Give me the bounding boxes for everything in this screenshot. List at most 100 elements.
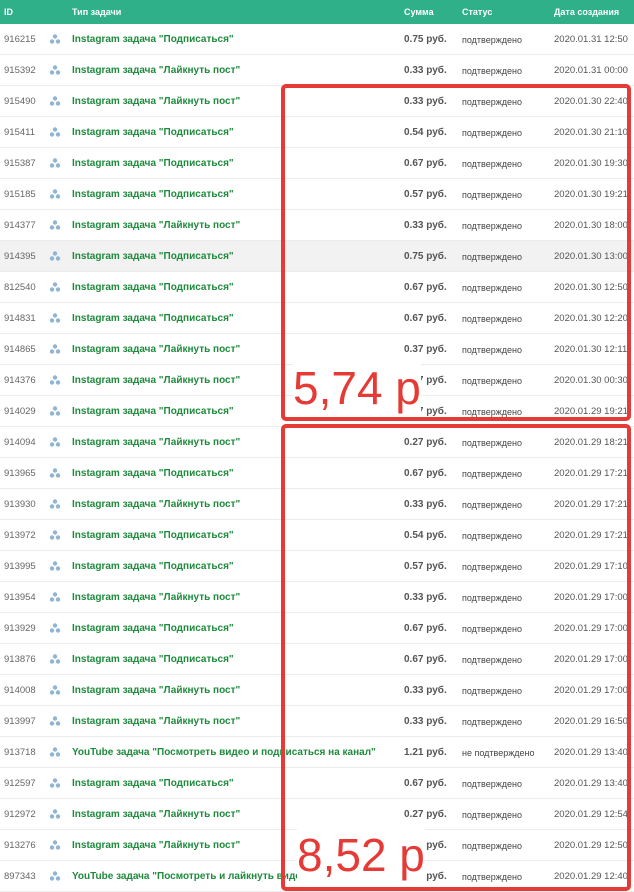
- task-link[interactable]: Instagram задача "Подписаться": [72, 778, 234, 789]
- task-link[interactable]: Instagram задача "Лайкнуть пост": [72, 96, 240, 107]
- task-type-icon: [49, 219, 61, 231]
- row-id: 913995: [4, 561, 36, 572]
- row-id: 913718: [4, 747, 36, 758]
- row-id: 914094: [4, 437, 36, 448]
- row-status: подтверждено: [462, 66, 522, 76]
- row-id: 915392: [4, 65, 36, 76]
- task-type-icon: [49, 250, 61, 262]
- row-id: 913997: [4, 716, 36, 727]
- task-type-icon: [49, 126, 61, 138]
- row-date: 2020.01.31 12:50: [554, 34, 628, 45]
- task-type-icon: [49, 746, 61, 758]
- table-row[interactable]: 916215 Instagram задача "Подписаться" 0.75…: [0, 24, 634, 55]
- task-link[interactable]: Instagram задача "Подписаться": [72, 468, 234, 479]
- task-type-icon: [49, 374, 61, 386]
- task-link[interactable]: Instagram задача "Лайкнуть пост": [72, 592, 240, 603]
- row-id: 915185: [4, 189, 36, 200]
- task-type-icon: [49, 64, 61, 76]
- task-link[interactable]: YouTube задача "Посмотреть и лайкнуть ви…: [72, 871, 312, 882]
- task-link[interactable]: Instagram задача "Подписаться": [72, 282, 234, 293]
- annotation-total-2: 8,52 р: [297, 829, 425, 881]
- task-type-icon: [49, 591, 61, 603]
- task-link[interactable]: Instagram задача "Подписаться": [72, 189, 234, 200]
- row-status: подтверждено: [462, 35, 522, 45]
- task-type-icon: [49, 281, 61, 293]
- row-id: 915490: [4, 96, 36, 107]
- task-link[interactable]: Instagram задача "Подписаться": [72, 313, 234, 324]
- task-type-icon: [49, 157, 61, 169]
- task-type-icon: [49, 498, 61, 510]
- task-type-icon: [49, 33, 61, 45]
- task-link[interactable]: Instagram задача "Подписаться": [72, 654, 234, 665]
- task-type-icon: [49, 808, 61, 820]
- row-id: 913876: [4, 654, 36, 665]
- row-id: 914377: [4, 220, 36, 231]
- task-type-icon: [49, 715, 61, 727]
- row-id: 914376: [4, 375, 36, 386]
- row-id: 915387: [4, 158, 36, 169]
- task-type-icon: [49, 870, 61, 882]
- task-link[interactable]: Instagram задача "Лайкнуть пост": [72, 65, 240, 76]
- task-link[interactable]: Instagram задача "Подписаться": [72, 406, 234, 417]
- task-link[interactable]: Instagram задача "Подписаться": [72, 251, 234, 262]
- annotation-total-1: 5,74 р: [293, 362, 421, 414]
- task-link[interactable]: Instagram задача "Подписаться": [72, 623, 234, 634]
- header-date[interactable]: Дата создания: [554, 7, 619, 17]
- task-type-icon: [49, 188, 61, 200]
- header-type[interactable]: Тип задачи: [72, 7, 121, 17]
- task-link[interactable]: Instagram задача "Лайкнуть пост": [72, 344, 240, 355]
- task-link[interactable]: Instagram задача "Лайкнуть пост": [72, 840, 240, 851]
- row-sum: 0.33 руб.: [404, 65, 447, 76]
- task-link[interactable]: Instagram задача "Подписаться": [72, 127, 234, 138]
- row-id: 913276: [4, 840, 36, 851]
- row-id: 914831: [4, 313, 36, 324]
- task-type-icon: [49, 312, 61, 324]
- task-type-icon: [49, 95, 61, 107]
- row-id: 914865: [4, 344, 36, 355]
- task-type-icon: [49, 529, 61, 541]
- row-id: 914008: [4, 685, 36, 696]
- row-id: 913965: [4, 468, 36, 479]
- task-type-icon: [49, 622, 61, 634]
- row-id: 913954: [4, 592, 36, 603]
- task-type-icon: [49, 405, 61, 417]
- row-id: 913929: [4, 623, 36, 634]
- row-id: 913930: [4, 499, 36, 510]
- task-link[interactable]: Instagram задача "Лайкнуть пост": [72, 809, 240, 820]
- task-type-icon: [49, 777, 61, 789]
- row-id: 913972: [4, 530, 36, 541]
- row-id: 812540: [4, 282, 36, 293]
- task-link[interactable]: Instagram задача "Лайкнуть пост": [72, 220, 240, 231]
- task-link[interactable]: Instagram задача "Подписаться": [72, 530, 234, 541]
- task-link[interactable]: Instagram задача "Подписаться": [72, 34, 234, 45]
- task-type-icon: [49, 467, 61, 479]
- header-status[interactable]: Статус: [462, 7, 492, 17]
- table-header: ID Тип задачи Сумма Статус Дата создания: [0, 0, 634, 24]
- header-sum[interactable]: Сумма: [404, 7, 434, 17]
- row-id: 912972: [4, 809, 36, 820]
- row-id: 915411: [4, 127, 35, 138]
- task-type-icon: [49, 560, 61, 572]
- row-id: 914395: [4, 251, 36, 262]
- table-row[interactable]: 915392 Instagram задача "Лайкнуть пост" 0.…: [0, 55, 634, 86]
- task-link[interactable]: Instagram задача "Лайкнуть пост": [72, 375, 240, 386]
- task-link[interactable]: Instagram задача "Лайкнуть пост": [72, 685, 240, 696]
- row-id: 916215: [4, 34, 36, 45]
- task-type-icon: [49, 653, 61, 665]
- row-id: 914029: [4, 406, 36, 417]
- row-id: 897343: [4, 871, 36, 882]
- task-link[interactable]: Instagram задача "Подписаться": [72, 158, 234, 169]
- task-link[interactable]: Instagram задача "Подписаться": [72, 561, 234, 572]
- task-type-icon: [49, 343, 61, 355]
- task-link[interactable]: Instagram задача "Лайкнуть пост": [72, 716, 240, 727]
- task-type-icon: [49, 839, 61, 851]
- task-type-icon: [49, 684, 61, 696]
- row-id: 912597: [4, 778, 36, 789]
- task-link[interactable]: Instagram задача "Лайкнуть пост": [72, 499, 240, 510]
- row-date: 2020.01.31 00:00: [554, 65, 628, 76]
- header-id[interactable]: ID: [4, 7, 13, 17]
- task-link[interactable]: Instagram задача "Лайкнуть пост": [72, 437, 240, 448]
- row-sum: 0.75 руб.: [404, 34, 447, 45]
- annotation-box-2: [281, 424, 631, 891]
- task-type-icon: [49, 436, 61, 448]
